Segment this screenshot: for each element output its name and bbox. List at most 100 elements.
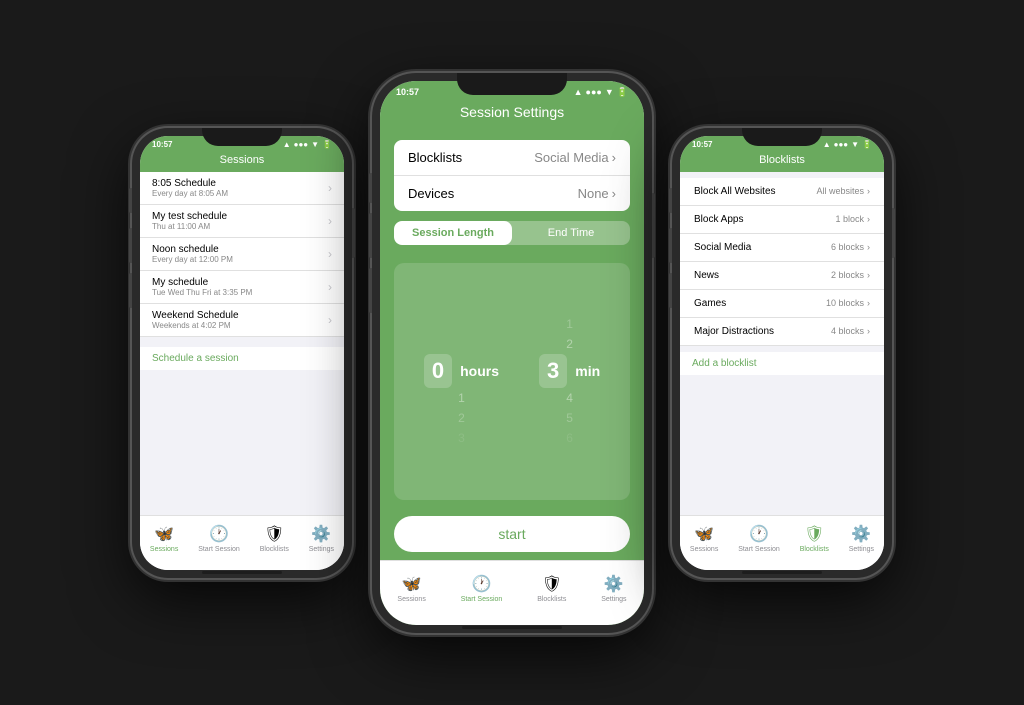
tab-blocklists[interactable]: 🛡 Blocklists <box>260 524 289 553</box>
sessions-icon: 🦋 <box>154 524 174 544</box>
hours-value: 0 <box>432 356 444 386</box>
notch-middle <box>457 73 567 95</box>
list-item[interactable]: Weekend Schedule Weekends at 4:02 PM › <box>140 304 344 337</box>
tab-label-blocklists-mid: Blocklists <box>537 596 566 603</box>
toggle-session-length[interactable]: Session Length <box>394 221 512 245</box>
phones-container: 10:57 ▲ ●●● ▼ 🔋 Sessions 8:05 Schedule E… <box>112 53 912 653</box>
tab-bar-middle: 🦋 Sessions 🕐 Start Session 🛡 Blocklists … <box>380 560 644 625</box>
hours-below-1: 1 <box>458 388 465 408</box>
status-icons-middle: ▲ ●●● ▼ 🔋 <box>574 87 628 98</box>
blocklist-item-1[interactable]: Block Apps 1 block › <box>680 206 884 234</box>
tab-label-settings-right: Settings <box>849 546 874 553</box>
sessions-icon-right: 🦋 <box>694 524 714 544</box>
chevron-icon: › <box>867 298 870 308</box>
tab-start-session-mid[interactable]: 🕐 Start Session <box>461 574 503 603</box>
tab-label-start: Start Session <box>198 546 240 553</box>
mins-below-3: 6 <box>566 428 573 448</box>
tab-bar-left: 🦋 Sessions 🕐 Start Session 🛡 Blocklists … <box>140 515 344 570</box>
right-content: Block All Websites All websites › Block … <box>680 172 884 570</box>
tab-label-blocklists-right: Blocklists <box>800 546 829 553</box>
tab-label-blocklists: Blocklists <box>260 546 289 553</box>
mins-picker[interactable]: 1 2 3 min 4 5 6 <box>539 314 600 448</box>
mins-above-1: 1 <box>566 314 573 334</box>
add-blocklist-action[interactable]: Add a blocklist <box>680 352 884 375</box>
schedule-sub-4: Weekends at 4:02 PM <box>152 321 239 330</box>
picker-area[interactable]: 0 hours 1 2 3 1 2 <box>394 263 630 500</box>
blocklist-item-5[interactable]: Major Distractions 4 blocks › <box>680 318 884 346</box>
chevron-icon: › <box>867 270 870 280</box>
notch-left <box>202 128 282 146</box>
tab-label-settings: Settings <box>309 546 334 553</box>
start-button[interactable]: start <box>394 516 630 552</box>
tab-blocklists-right[interactable]: 🛡 Blocklists <box>800 524 829 553</box>
tab-blocklists-mid[interactable]: 🛡 Blocklists <box>537 574 566 603</box>
chevron-icon: › <box>328 247 332 261</box>
status-icons-right: ▲ ●●● ▼ 🔋 <box>823 140 872 149</box>
schedule-sub-0: Every day at 8:05 AM <box>152 189 228 198</box>
tab-sessions-right[interactable]: 🦋 Sessions <box>690 524 718 553</box>
toggle-end-time[interactable]: End Time <box>512 221 630 245</box>
tab-sessions[interactable]: 🦋 Sessions <box>150 524 178 553</box>
chevron-icon: › <box>612 150 616 165</box>
mins-below-2: 5 <box>566 408 573 428</box>
status-time-middle: 10:57 <box>396 87 419 97</box>
list-item[interactable]: My schedule Tue Wed Thu Fri at 3:35 PM › <box>140 271 344 304</box>
chevron-icon: › <box>328 313 332 327</box>
tab-bar-right: 🦋 Sessions 🕐 Start Session 🛡 Blocklists … <box>680 515 884 570</box>
hours-picker[interactable]: 0 hours 1 2 3 <box>424 314 499 448</box>
status-icons-left: ▲ ●●● ▼ 🔋 <box>283 140 332 149</box>
blocklist-item-4[interactable]: Games 10 blocks › <box>680 290 884 318</box>
schedule-title-2: Noon schedule <box>152 244 233 255</box>
schedule-sub-3: Tue Wed Thu Fri at 3:35 PM <box>152 288 252 297</box>
list-item[interactable]: 8:05 Schedule Every day at 8:05 AM › <box>140 172 344 205</box>
blocklist-item-0[interactable]: Block All Websites All websites › <box>680 178 884 206</box>
middle-phone: 10:57 ▲ ●●● ▼ 🔋 Session Settings Blockli… <box>372 73 652 633</box>
schedule-action[interactable]: Schedule a session <box>140 347 344 370</box>
blocklist-item-3[interactable]: News 2 blocks › <box>680 262 884 290</box>
mins-value: 3 <box>547 356 559 386</box>
schedule-title-3: My schedule <box>152 277 252 288</box>
settings-icon-right: ⚙️ <box>851 524 871 544</box>
devices-value: None › <box>578 186 616 201</box>
right-phone: 10:57 ▲ ●●● ▼ 🔋 Blocklists Block All Web… <box>672 128 892 578</box>
schedule-sub-2: Every day at 12:00 PM <box>152 255 233 264</box>
middle-header: Session Settings <box>380 100 644 130</box>
blocklist-val-4: 10 blocks › <box>826 298 870 308</box>
tab-start-session-right[interactable]: 🕐 Start Session <box>738 524 780 553</box>
blocklists-row[interactable]: Blocklists Social Media › <box>394 140 630 176</box>
status-time-left: 10:57 <box>152 140 172 149</box>
chevron-icon: › <box>328 181 332 195</box>
schedule-title-4: Weekend Schedule <box>152 310 239 321</box>
schedule-title-1: My test schedule <box>152 211 227 222</box>
mins-main-group: 3 <box>539 354 567 388</box>
home-indicator-middle <box>462 626 562 629</box>
tab-label-start-mid: Start Session <box>461 596 503 603</box>
blocklist-val-3: 2 blocks › <box>831 270 870 280</box>
tab-sessions-mid[interactable]: 🦋 Sessions <box>397 574 425 603</box>
tab-settings[interactable]: ⚙️ Settings <box>309 524 334 553</box>
left-phone: 10:57 ▲ ●●● ▼ 🔋 Sessions 8:05 Schedule E… <box>132 128 352 578</box>
blocklist-val-2: 6 blocks › <box>831 242 870 252</box>
mins-below-1: 4 <box>566 388 573 408</box>
hours-label: hours <box>460 363 499 379</box>
chevron-icon: › <box>867 186 870 196</box>
list-item[interactable]: My test schedule Thu at 11:00 AM › <box>140 205 344 238</box>
list-item[interactable]: Noon schedule Every day at 12:00 PM › <box>140 238 344 271</box>
tab-settings-mid[interactable]: ⚙️ Settings <box>601 574 626 603</box>
blocklist-val-0: All websites › <box>816 186 870 196</box>
home-indicator-left <box>202 571 282 574</box>
tab-label-sessions: Sessions <box>150 546 178 553</box>
blocklist-item-2[interactable]: Social Media 6 blocks › <box>680 234 884 262</box>
left-screen: 10:57 ▲ ●●● ▼ 🔋 Sessions 8:05 Schedule E… <box>140 136 344 570</box>
hours-below-2: 2 <box>458 408 465 428</box>
chevron-icon: › <box>328 214 332 228</box>
tab-start-session[interactable]: 🕐 Start Session <box>198 524 240 553</box>
hours-main-group: 0 <box>424 354 452 388</box>
tab-settings-right[interactable]: ⚙️ Settings <box>849 524 874 553</box>
start-session-icon: 🕐 <box>209 524 229 544</box>
chevron-icon: › <box>328 280 332 294</box>
devices-row[interactable]: Devices None › <box>394 176 630 211</box>
settings-icon-mid: ⚙️ <box>604 574 624 594</box>
start-icon-mid: 🕐 <box>472 574 492 594</box>
blocklists-value: Social Media › <box>534 150 616 165</box>
